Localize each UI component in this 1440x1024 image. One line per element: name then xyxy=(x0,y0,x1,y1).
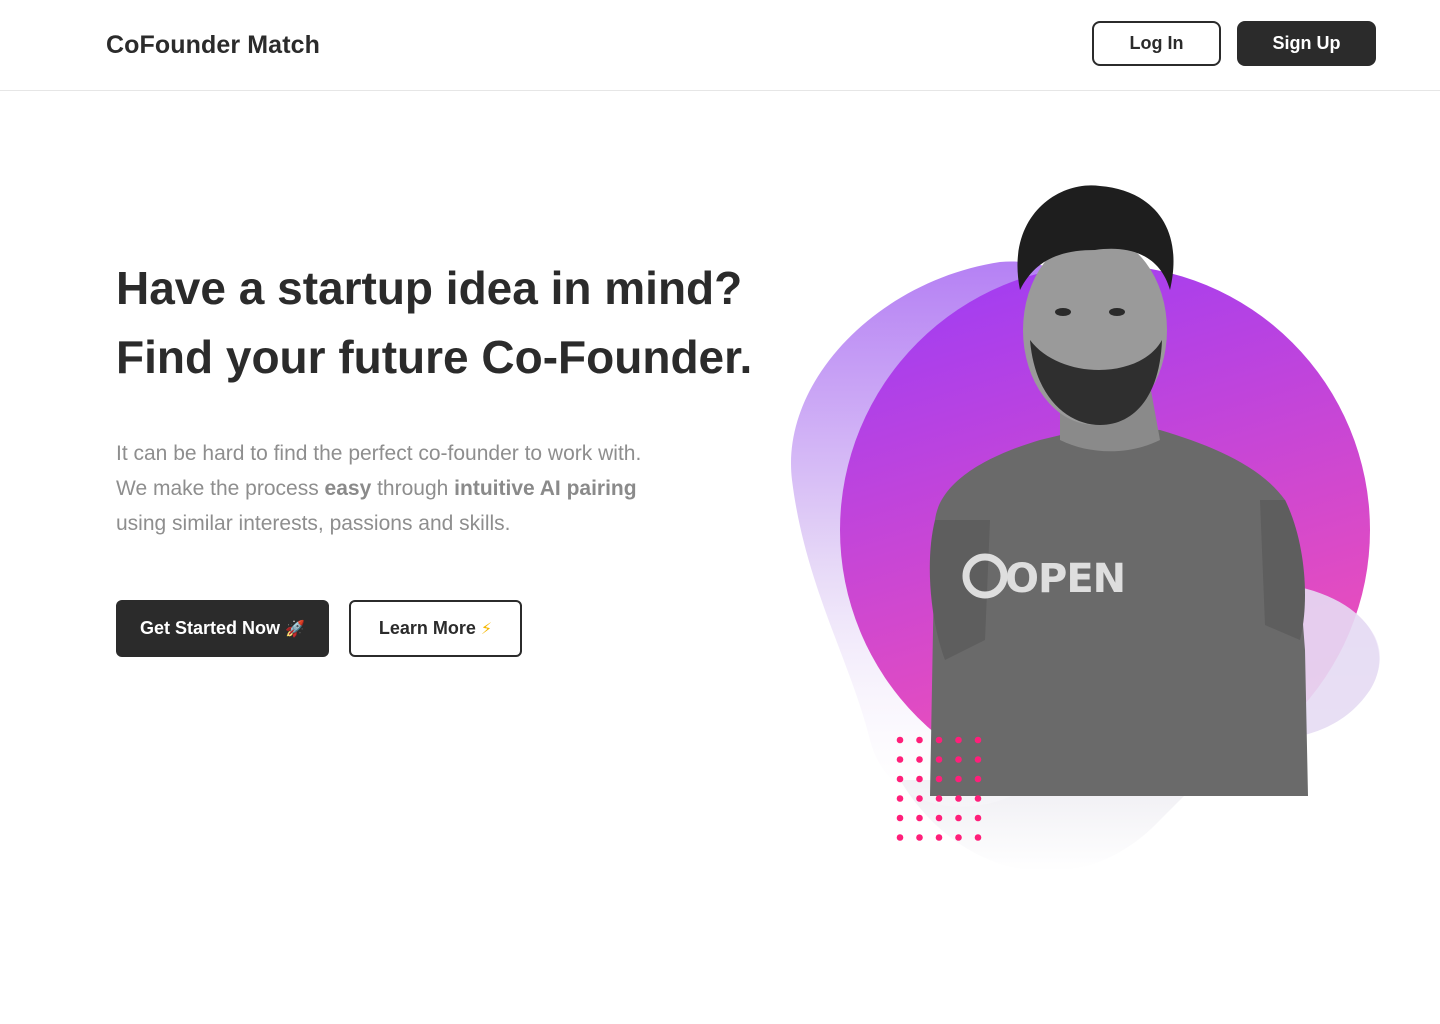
learn-more-button[interactable]: Learn More ⚡ xyxy=(349,600,522,657)
hero-illustration: OPEN xyxy=(791,185,1380,872)
decorative-dot xyxy=(896,814,904,822)
headline-line-1: Have a startup idea in mind? xyxy=(116,262,743,314)
rocket-icon: 🚀 xyxy=(285,620,305,638)
decorative-dot xyxy=(955,736,962,744)
decorative-dot xyxy=(896,775,904,783)
hero-description: It can be hard to find the perfect co-fo… xyxy=(116,436,756,541)
decorative-dot xyxy=(935,775,943,783)
decorative-dot xyxy=(974,736,982,744)
description-line-2: We make the process easy through intuiti… xyxy=(116,471,756,506)
decorative-dot xyxy=(955,834,962,841)
decorative-dot xyxy=(974,795,982,802)
decorative-dot xyxy=(935,736,943,744)
decorative-dot xyxy=(974,814,982,822)
decorative-dot xyxy=(955,814,962,822)
decorative-dot xyxy=(974,775,982,783)
get-started-label: Get Started Now xyxy=(140,618,281,638)
signup-button[interactable]: Sign Up xyxy=(1237,21,1376,66)
description-line-3: using similar interests, passions and sk… xyxy=(116,512,511,535)
decorative-dot xyxy=(955,756,962,763)
decorative-dot xyxy=(935,756,943,763)
decorative-dot xyxy=(916,736,923,744)
decorative-dot xyxy=(974,756,982,763)
description-text: We make the process xyxy=(116,477,325,500)
decorative-dot xyxy=(935,795,943,802)
decorative-dot xyxy=(935,834,943,841)
decorative-dot xyxy=(916,756,923,763)
decorative-dot xyxy=(916,834,923,841)
lightning-icon: ⚡ xyxy=(480,620,493,638)
description-emphasis-easy: easy xyxy=(324,477,372,500)
decorative-dot xyxy=(974,834,982,841)
person-sleeve-left xyxy=(929,520,990,660)
decorative-dot xyxy=(916,795,923,802)
decorative-dot xyxy=(955,795,962,802)
get-started-button[interactable]: Get Started Now 🚀 xyxy=(116,600,329,657)
description-emphasis-ai: intuitive AI pairing xyxy=(454,477,637,500)
person-eye-right xyxy=(1109,308,1125,316)
decorative-dot xyxy=(896,795,904,802)
learn-more-label: Learn More xyxy=(378,618,476,638)
description-line-1: It can be hard to find the perfect co-fo… xyxy=(116,442,642,465)
decorative-dot xyxy=(916,775,923,783)
hero-headline: Have a startup idea in mind? Find your f… xyxy=(116,254,836,392)
person-torso xyxy=(930,428,1308,796)
brand-logo-text[interactable]: CoFounder Match xyxy=(106,31,320,60)
description-text: through xyxy=(371,477,455,500)
shirt-logo-text: OPEN xyxy=(1005,556,1125,602)
decorative-dot xyxy=(896,756,904,763)
decorative-dot xyxy=(955,775,962,783)
headline-line-2: Find your future Co-Founder. xyxy=(116,331,753,383)
decorative-dot xyxy=(896,834,904,841)
decorative-dot xyxy=(935,814,943,822)
decorative-dot xyxy=(896,736,904,744)
decorative-dot xyxy=(916,814,923,822)
person-eye-left xyxy=(1055,308,1071,316)
login-button[interactable]: Log In xyxy=(1092,21,1221,66)
top-navbar: CoFounder Match Log In Sign Up xyxy=(0,0,1440,91)
